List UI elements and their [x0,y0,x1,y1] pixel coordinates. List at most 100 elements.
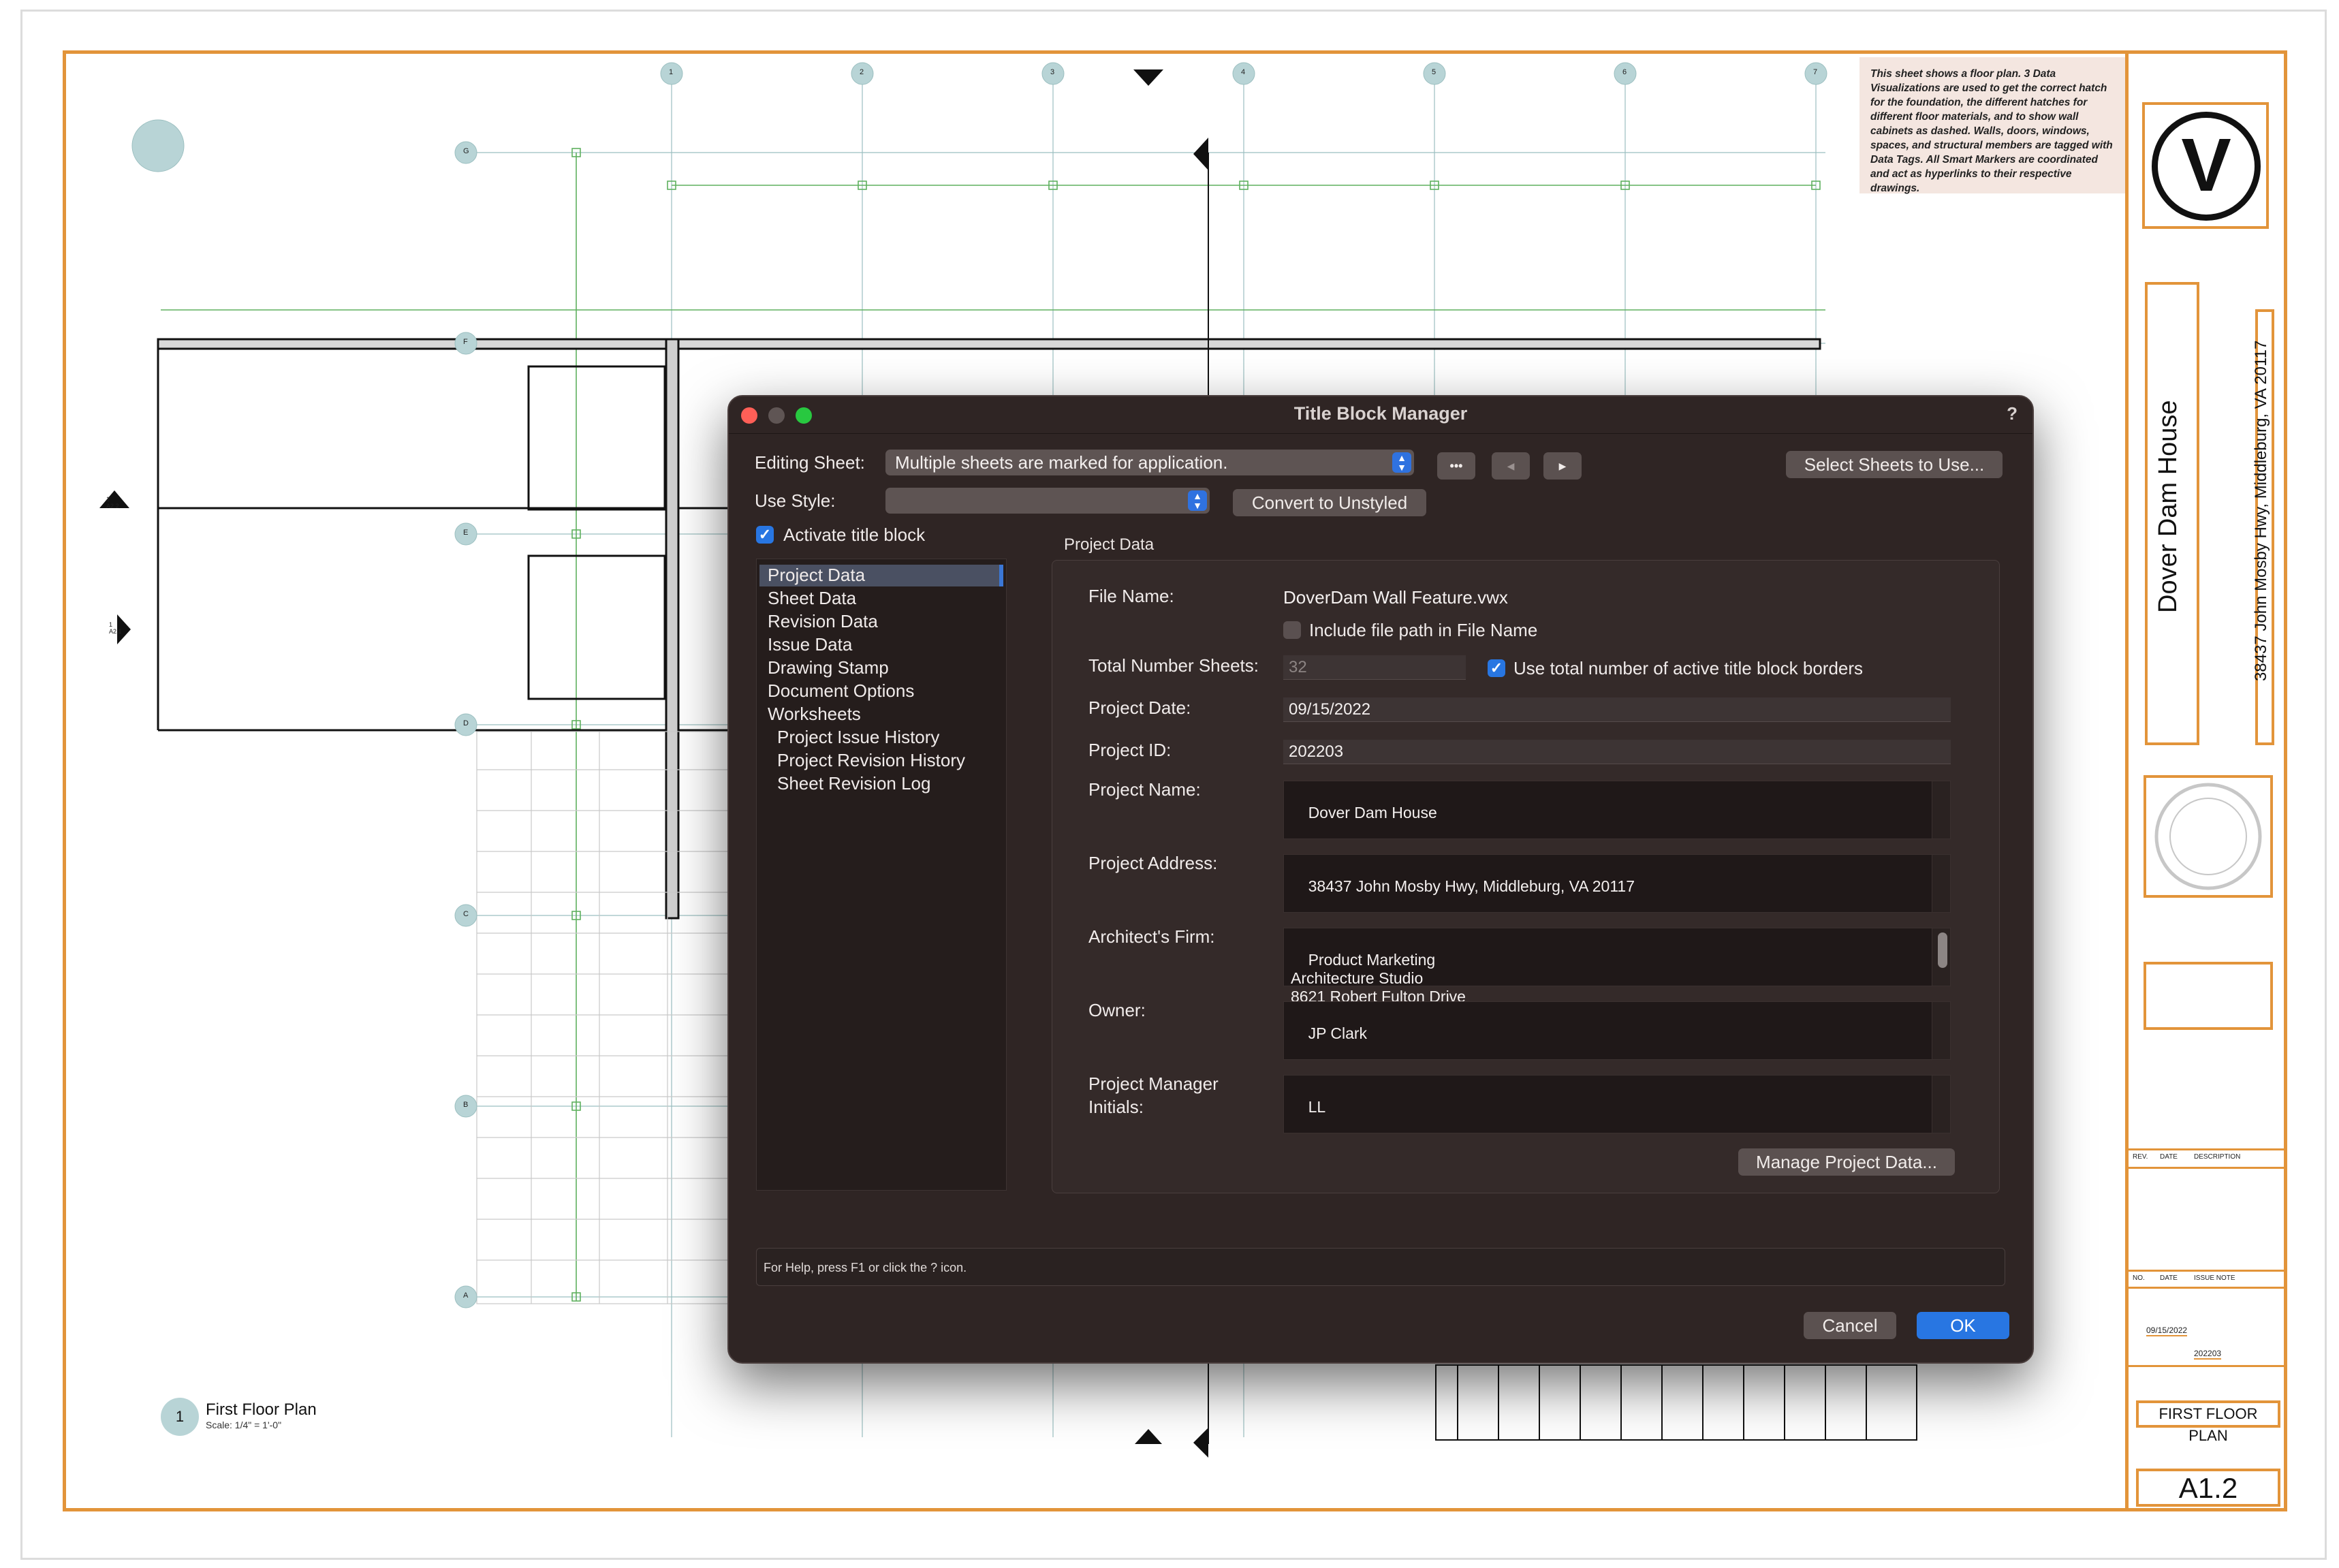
category-project-revision-history[interactable]: Project Revision History [777,750,965,771]
drawing-title: First Floor Plan [206,1400,317,1419]
group-title: Project Data [1064,535,1155,554]
include-file-path-checkbox[interactable] [1283,621,1301,639]
logo-frame: V [2142,102,2269,229]
owner-field[interactable]: JP Clark [1283,1001,1951,1060]
project-name-value: Dover Dam House [1308,804,1437,821]
grid-label-g: G [463,147,469,155]
owner-value: JP Clark [1308,1024,1368,1042]
section-marker-left-bottom: 1 A2.1 [109,621,122,635]
architects-firm-value: Product Marketing Architecture Studio 86… [1291,951,1466,1005]
cancel-button[interactable]: Cancel [1804,1312,1896,1339]
grid-label-d: D [463,719,469,727]
use-total-borders-checkbox[interactable]: ✓ [1488,659,1505,677]
architects-firm-label: Architect's Firm: [1088,926,1215,947]
project-address-field[interactable]: 38437 John Mosby Hwy, Middleburg, VA 201… [1283,854,1951,913]
category-list: Project Data Sheet Data Revision Data Is… [756,559,1007,1191]
project-name-scrollbar[interactable] [1932,781,1950,838]
project-id-label: Project ID: [1088,740,1172,760]
editing-sheet-label: Editing Sheet: [755,452,865,473]
rev-description-label: DESCRIPTION [2194,1153,2241,1161]
title-block-sheet-title: FIRST FLOOR PLAN [2136,1400,2280,1444]
project-manager-label: Project Manager Initials: [1088,1073,1219,1117]
project-name-label: Project Name: [1088,779,1201,800]
grid-label-f: F [463,338,468,346]
rev-date-label: DATE [2160,1153,2178,1161]
grid-label-e: E [463,529,469,537]
title-block-sheet-number: A1.2 [2136,1469,2280,1507]
manage-project-data-button[interactable]: Manage Project Data... [1738,1148,1955,1176]
activate-title-block-label: Activate title block [783,524,926,545]
more-options-button[interactable]: ••• [1437,452,1475,480]
ok-button[interactable]: OK [1917,1312,2009,1339]
owner-label: Owner: [1088,1000,1146,1020]
grid-label-3: 3 [1050,68,1055,76]
grid-label-c: C [463,910,469,918]
issue-date-label: DATE [2160,1274,2178,1282]
help-status-bar: For Help, press F1 or click the ? icon. [756,1248,2005,1286]
project-address-scrollbar[interactable] [1932,855,1950,912]
editing-sheet-value: Multiple sheets are marked for applicati… [895,452,1228,473]
category-sheet-data[interactable]: Sheet Data [768,588,856,609]
project-date-label: Project Date: [1088,697,1191,718]
use-style-select[interactable]: ▲ ▼ [885,488,1210,514]
next-sheet-button[interactable]: ▶ [1543,452,1582,480]
project-manager-value: LL [1308,1098,1326,1116]
project-date-field[interactable]: 09/15/2022 [1283,697,1951,722]
chevron-updown-icon: ▲ ▼ [1188,490,1207,511]
total-sheets-label: Total Number Sheets: [1088,655,1259,676]
category-worksheets[interactable]: Worksheets [768,704,861,725]
project-name-field[interactable]: Dover Dam House [1283,781,1951,839]
section-marker-left-top: 1 A2.2 [106,496,119,509]
drawing-number-bubble: 1 [161,1398,199,1436]
vectorworks-logo-icon: V [2152,112,2261,221]
grid-label-6: 6 [1622,68,1627,76]
owner-scrollbar[interactable] [1932,1002,1950,1059]
activate-title-block-checkbox[interactable]: ✓ [756,526,774,544]
sheet-note: This sheet shows a floor plan. 3 Data Vi… [1859,57,2125,194]
title-block-manager-dialog: Title Block Manager ? Editing Sheet: Mul… [727,395,2034,1364]
category-document-options[interactable]: Document Options [768,680,914,702]
grid-label-b: B [463,1101,469,1109]
grid-label-5: 5 [1432,68,1437,76]
issue-header: NO. DATE ISSUE NOTE [2129,1270,2287,1289]
drawing-scale: Scale: 1/4" = 1'-0" [206,1420,282,1430]
include-file-path-label: Include file path in File Name [1309,620,1538,640]
stamp-frame [2144,775,2273,898]
architects-firm-scrollbar[interactable] [1932,928,1950,986]
category-issue-data[interactable]: Issue Data [768,634,852,655]
title-block: V REV. DATE DESCRIPTION NO. DATE ISSUE N… [2125,50,2287,1511]
grid-label-4: 4 [1241,68,1246,76]
title-block-project-id: 202203 [2194,1349,2222,1360]
grid-label-a: A [463,1291,469,1300]
file-name-label: File Name: [1088,586,1174,606]
category-project-data[interactable]: Project Data [768,565,865,586]
editing-sheet-select[interactable]: Multiple sheets are marked for applicati… [885,450,1414,475]
north-arrow-icon: N [140,117,146,125]
total-sheets-field[interactable]: 32 [1283,655,1466,680]
project-manager-scrollbar[interactable] [1932,1076,1950,1133]
convert-to-unstyled-button[interactable]: Convert to Unstyled [1233,489,1426,516]
chevron-updown-icon: ▲ ▼ [1392,452,1411,473]
revision-header: REV. DATE DESCRIPTION [2129,1148,2287,1169]
dialog-title: Title Block Manager [1293,403,1468,424]
help-icon[interactable]: ? [2007,403,2018,424]
category-drawing-stamp[interactable]: Drawing Stamp [768,657,889,678]
project-id-field[interactable]: 202203 [1283,740,1951,764]
dialog-titlebar[interactable]: Title Block Manager ? [729,396,2032,434]
category-project-issue-history[interactable]: Project Issue History [777,727,939,748]
project-address-label: Project Address: [1088,853,1218,873]
previous-sheet-button[interactable]: ◀ [1492,452,1530,480]
category-revision-data[interactable]: Revision Data [768,611,878,632]
select-sheets-button[interactable]: Select Sheets to Use... [1786,451,2003,478]
scrollbar-thumb[interactable] [1938,932,1947,968]
project-address-value: 38437 John Mosby Hwy, Middleburg, VA 201… [1308,877,1635,895]
issue-no-label: NO. [2133,1274,2145,1282]
grid-label-2: 2 [860,68,864,76]
project-manager-field[interactable]: LL [1283,1075,1951,1133]
architects-firm-field[interactable]: Product Marketing Architecture Studio 86… [1283,928,1951,1005]
title-block-address: 38437 John Mosby Hwy, Middleburg, VA 201… [2252,340,2270,681]
rev-label: REV. [2133,1153,2148,1161]
title-block-date: 09/15/2022 [2146,1326,2188,1336]
category-sheet-revision-log[interactable]: Sheet Revision Log [777,773,930,794]
file-name-value: DoverDam Wall Feature.vwx [1283,587,1508,608]
